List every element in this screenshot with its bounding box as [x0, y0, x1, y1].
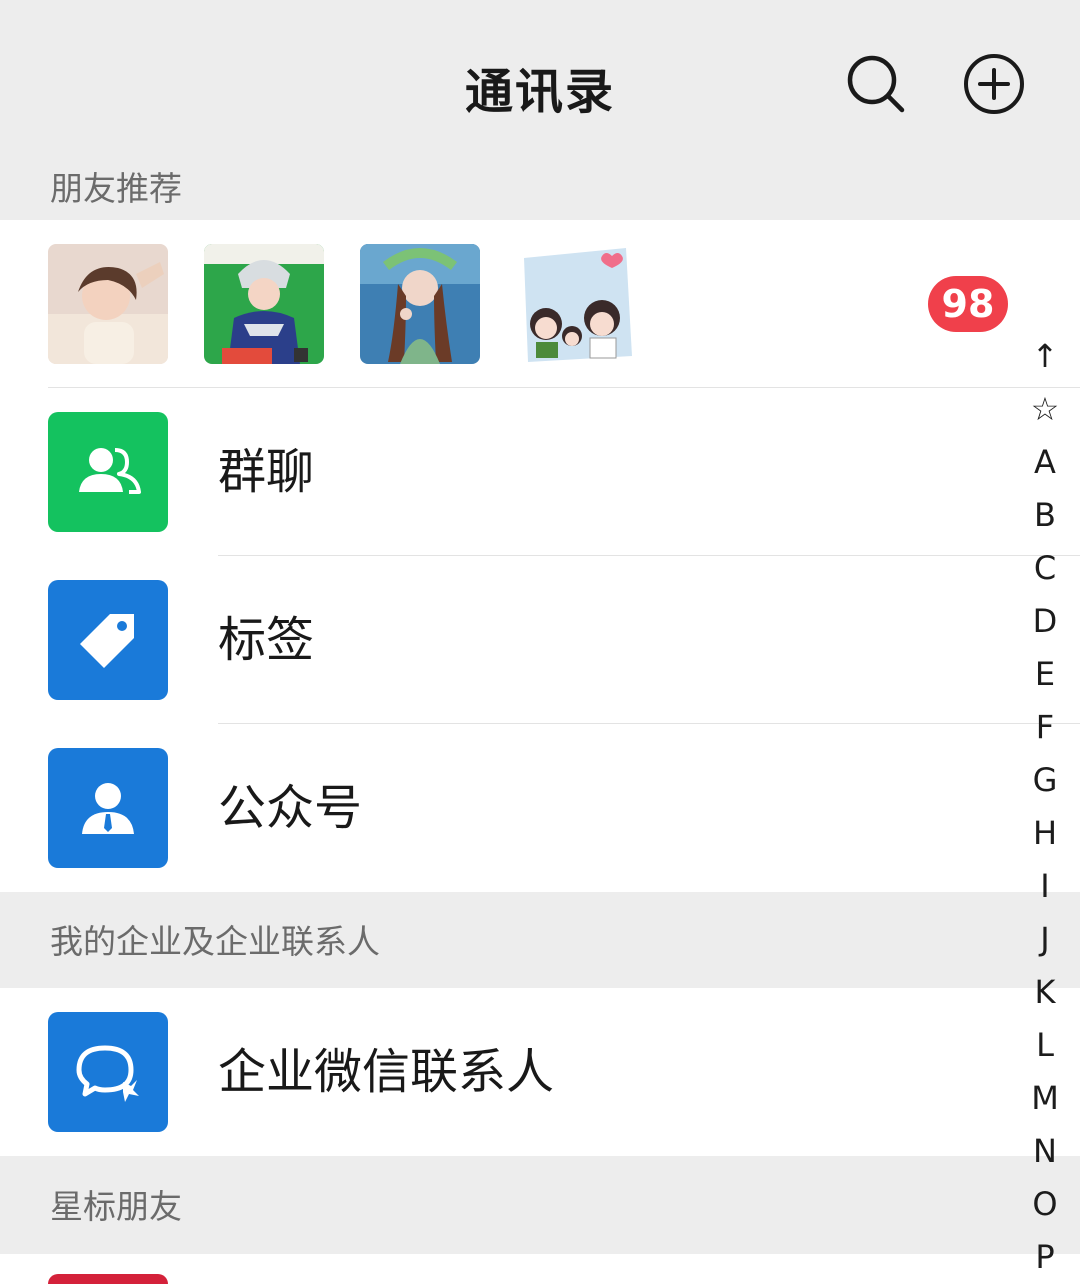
- search-icon: [847, 55, 905, 113]
- index-letter[interactable]: J: [1020, 913, 1070, 966]
- recommend-avatar-3[interactable]: [360, 244, 480, 364]
- section-header-friend-recommend: 朋友推荐: [0, 160, 1080, 220]
- official-accounts-row[interactable]: 公众号: [0, 724, 1080, 892]
- search-button[interactable]: [844, 52, 908, 116]
- alphabet-index-bar[interactable]: ↑ ☆ A B C D E F G H I J K L M N O P: [1020, 330, 1070, 1284]
- index-letter[interactable]: G: [1020, 754, 1070, 807]
- index-letter[interactable]: I: [1020, 860, 1070, 913]
- friend-recommend-panel[interactable]: [0, 220, 1080, 388]
- index-letter[interactable]: C: [1020, 542, 1070, 595]
- tags-row[interactable]: 标签: [0, 556, 1080, 724]
- contact-functions-panel: 群聊 标签 公众号: [0, 388, 1080, 892]
- tag-icon: [48, 580, 168, 700]
- official-account-icon: [48, 748, 168, 868]
- index-letter[interactable]: B: [1020, 489, 1070, 542]
- section-header-starred: 星标朋友: [0, 1156, 1080, 1254]
- index-letter[interactable]: M: [1020, 1072, 1070, 1125]
- index-letter[interactable]: L: [1020, 1019, 1070, 1072]
- index-letter[interactable]: N: [1020, 1125, 1070, 1178]
- recommend-count-badge: 98: [928, 276, 1008, 332]
- index-letter[interactable]: P: [1020, 1231, 1070, 1284]
- wecom-contacts-label: 企业微信联系人: [218, 1044, 555, 1100]
- tags-label: 标签: [218, 612, 315, 668]
- wecom-contacts-row[interactable]: 企业微信联系人: [0, 988, 1080, 1156]
- index-letter[interactable]: F: [1020, 701, 1070, 754]
- index-letter[interactable]: K: [1020, 966, 1070, 1019]
- index-letter[interactable]: ☆: [1020, 383, 1070, 436]
- recommend-avatar-4[interactable]: [516, 244, 636, 364]
- enterprise-panel: 企业微信联系人: [0, 988, 1080, 1156]
- index-letter[interactable]: E: [1020, 648, 1070, 701]
- add-circle-icon: [964, 54, 1024, 114]
- starred-contact-avatar[interactable]: [48, 1274, 168, 1284]
- index-letter[interactable]: H: [1020, 807, 1070, 860]
- recommend-avatar-1[interactable]: [48, 244, 168, 364]
- recommend-avatar-2[interactable]: [204, 244, 324, 364]
- group-chat-icon: [48, 412, 168, 532]
- section-header-enterprise: 我的企业及企业联系人: [0, 892, 1080, 988]
- index-letter[interactable]: D: [1020, 595, 1070, 648]
- nav-bar: 通讯录: [0, 0, 1080, 160]
- index-letter[interactable]: A: [1020, 436, 1070, 489]
- group-chat-label: 群聊: [218, 444, 315, 500]
- add-button[interactable]: [962, 52, 1026, 116]
- wecom-icon: [48, 1012, 168, 1132]
- page-title: 通讯录: [464, 64, 615, 120]
- group-chat-row[interactable]: 群聊: [0, 388, 1080, 556]
- index-letter[interactable]: ↑: [1020, 330, 1070, 383]
- index-letter[interactable]: O: [1020, 1178, 1070, 1231]
- official-accounts-label: 公众号: [218, 780, 363, 836]
